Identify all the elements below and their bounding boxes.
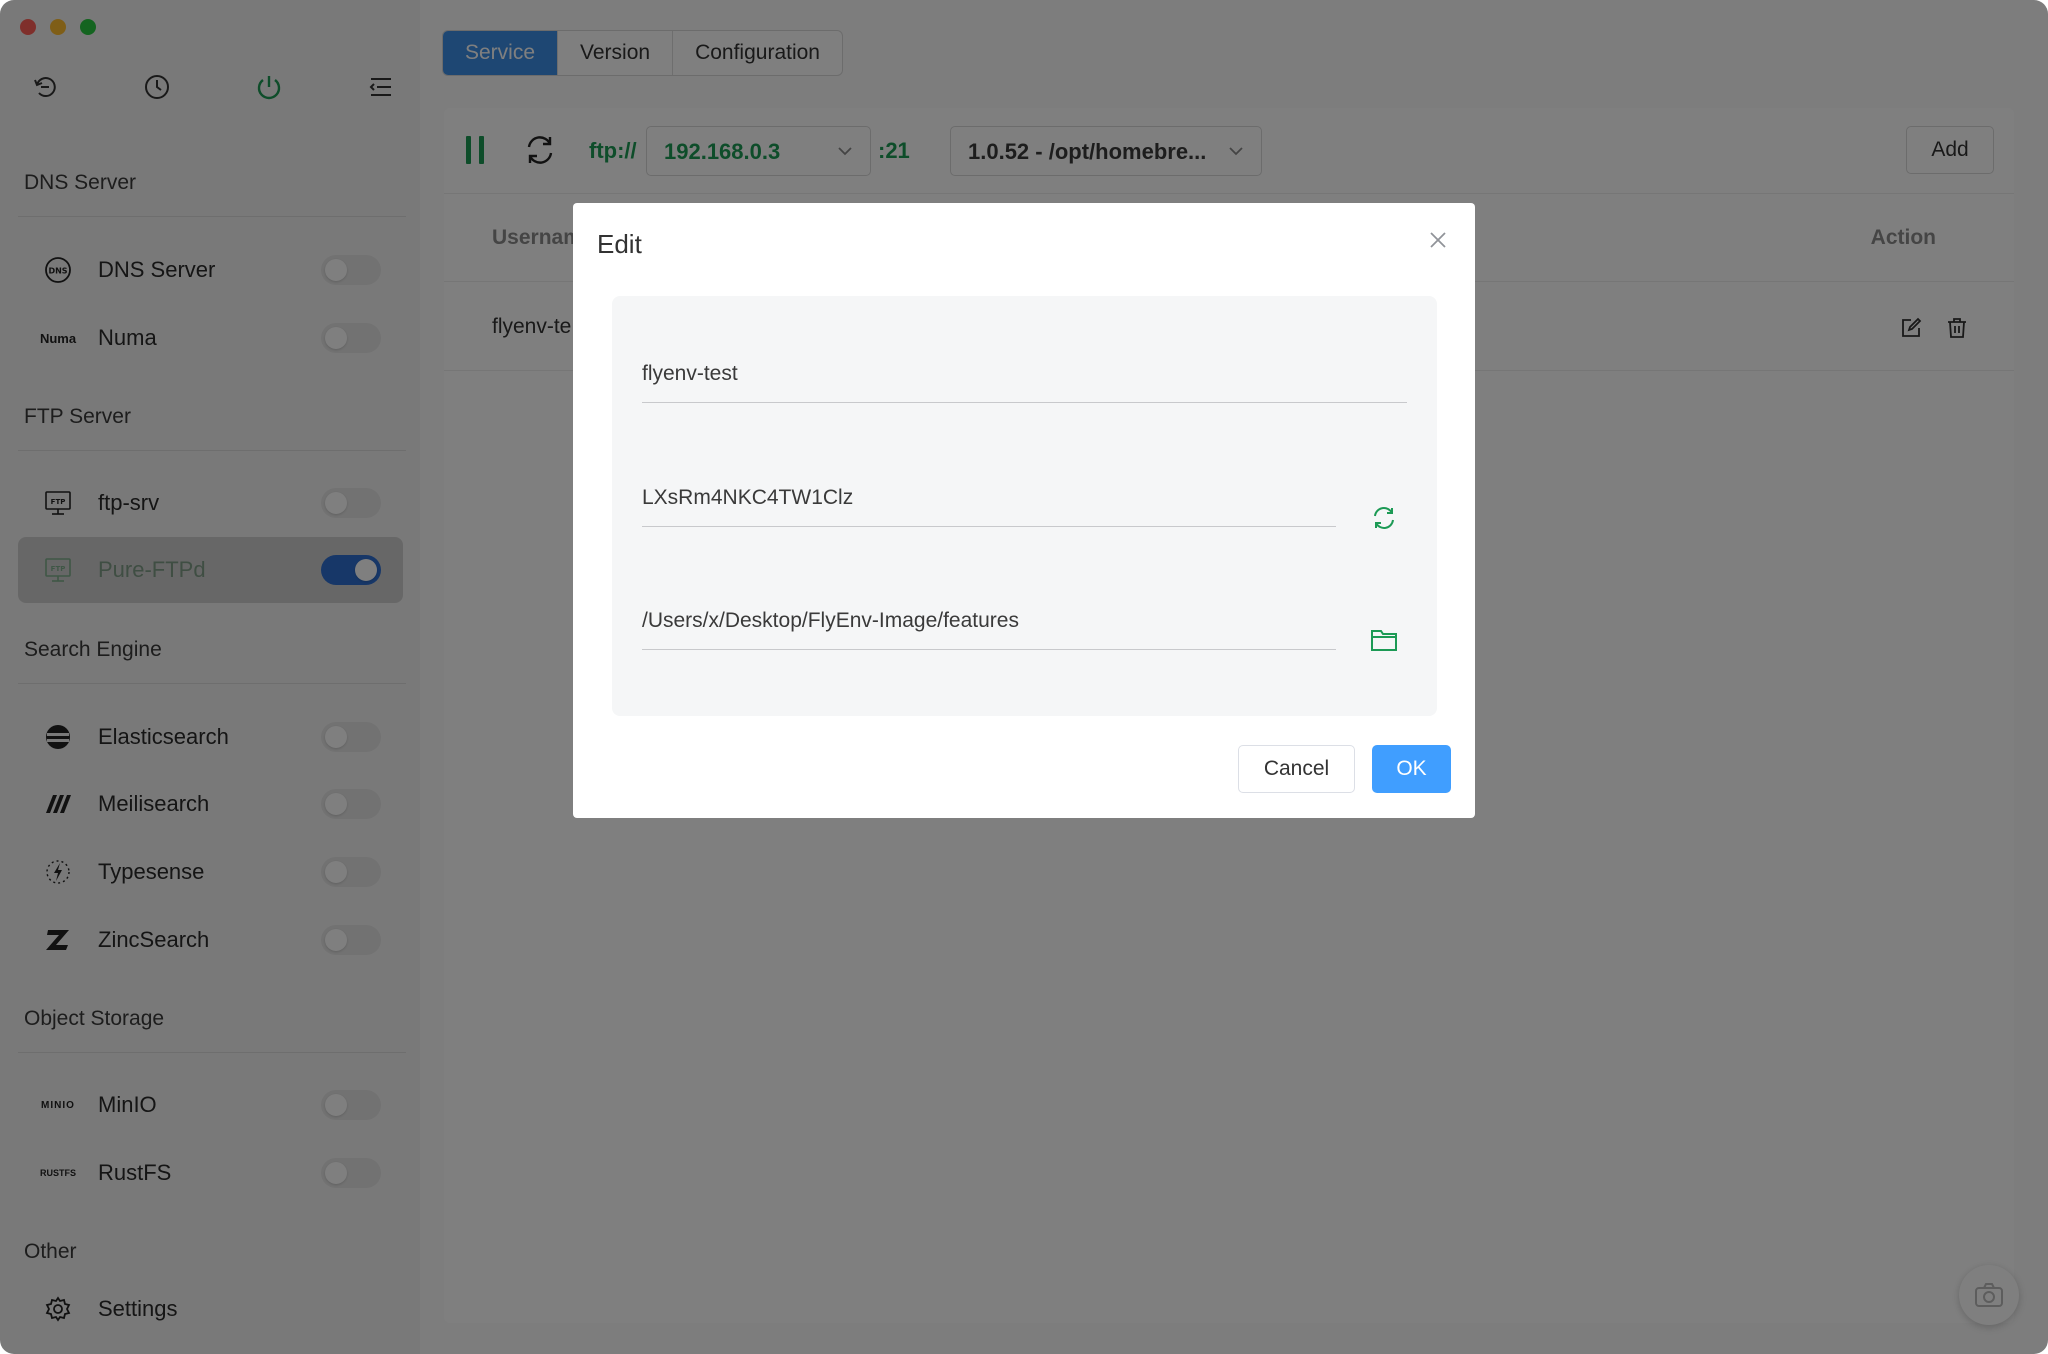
username-field[interactable]: flyenv-test	[642, 362, 1407, 403]
app-window: DNS Server DNS DNS Server Numa Numa FTP …	[0, 0, 2048, 1354]
ok-button[interactable]: OK	[1372, 745, 1451, 793]
regenerate-password-icon[interactable]	[1369, 503, 1399, 533]
folder-icon[interactable]	[1369, 626, 1399, 656]
password-field[interactable]: LXsRm4NKC4TW1Clz	[642, 486, 1336, 527]
directory-field[interactable]: /Users/x/Desktop/FlyEnv-Image/features	[642, 609, 1336, 650]
edit-dialog: Edit flyenv-test LXsRm4NKC4TW1Clz /Users…	[573, 203, 1475, 818]
dialog-form: flyenv-test LXsRm4NKC4TW1Clz /Users/x/De…	[612, 296, 1437, 716]
cancel-button[interactable]: Cancel	[1238, 745, 1355, 793]
close-icon[interactable]	[1427, 229, 1449, 251]
dialog-title: Edit	[597, 229, 642, 259]
